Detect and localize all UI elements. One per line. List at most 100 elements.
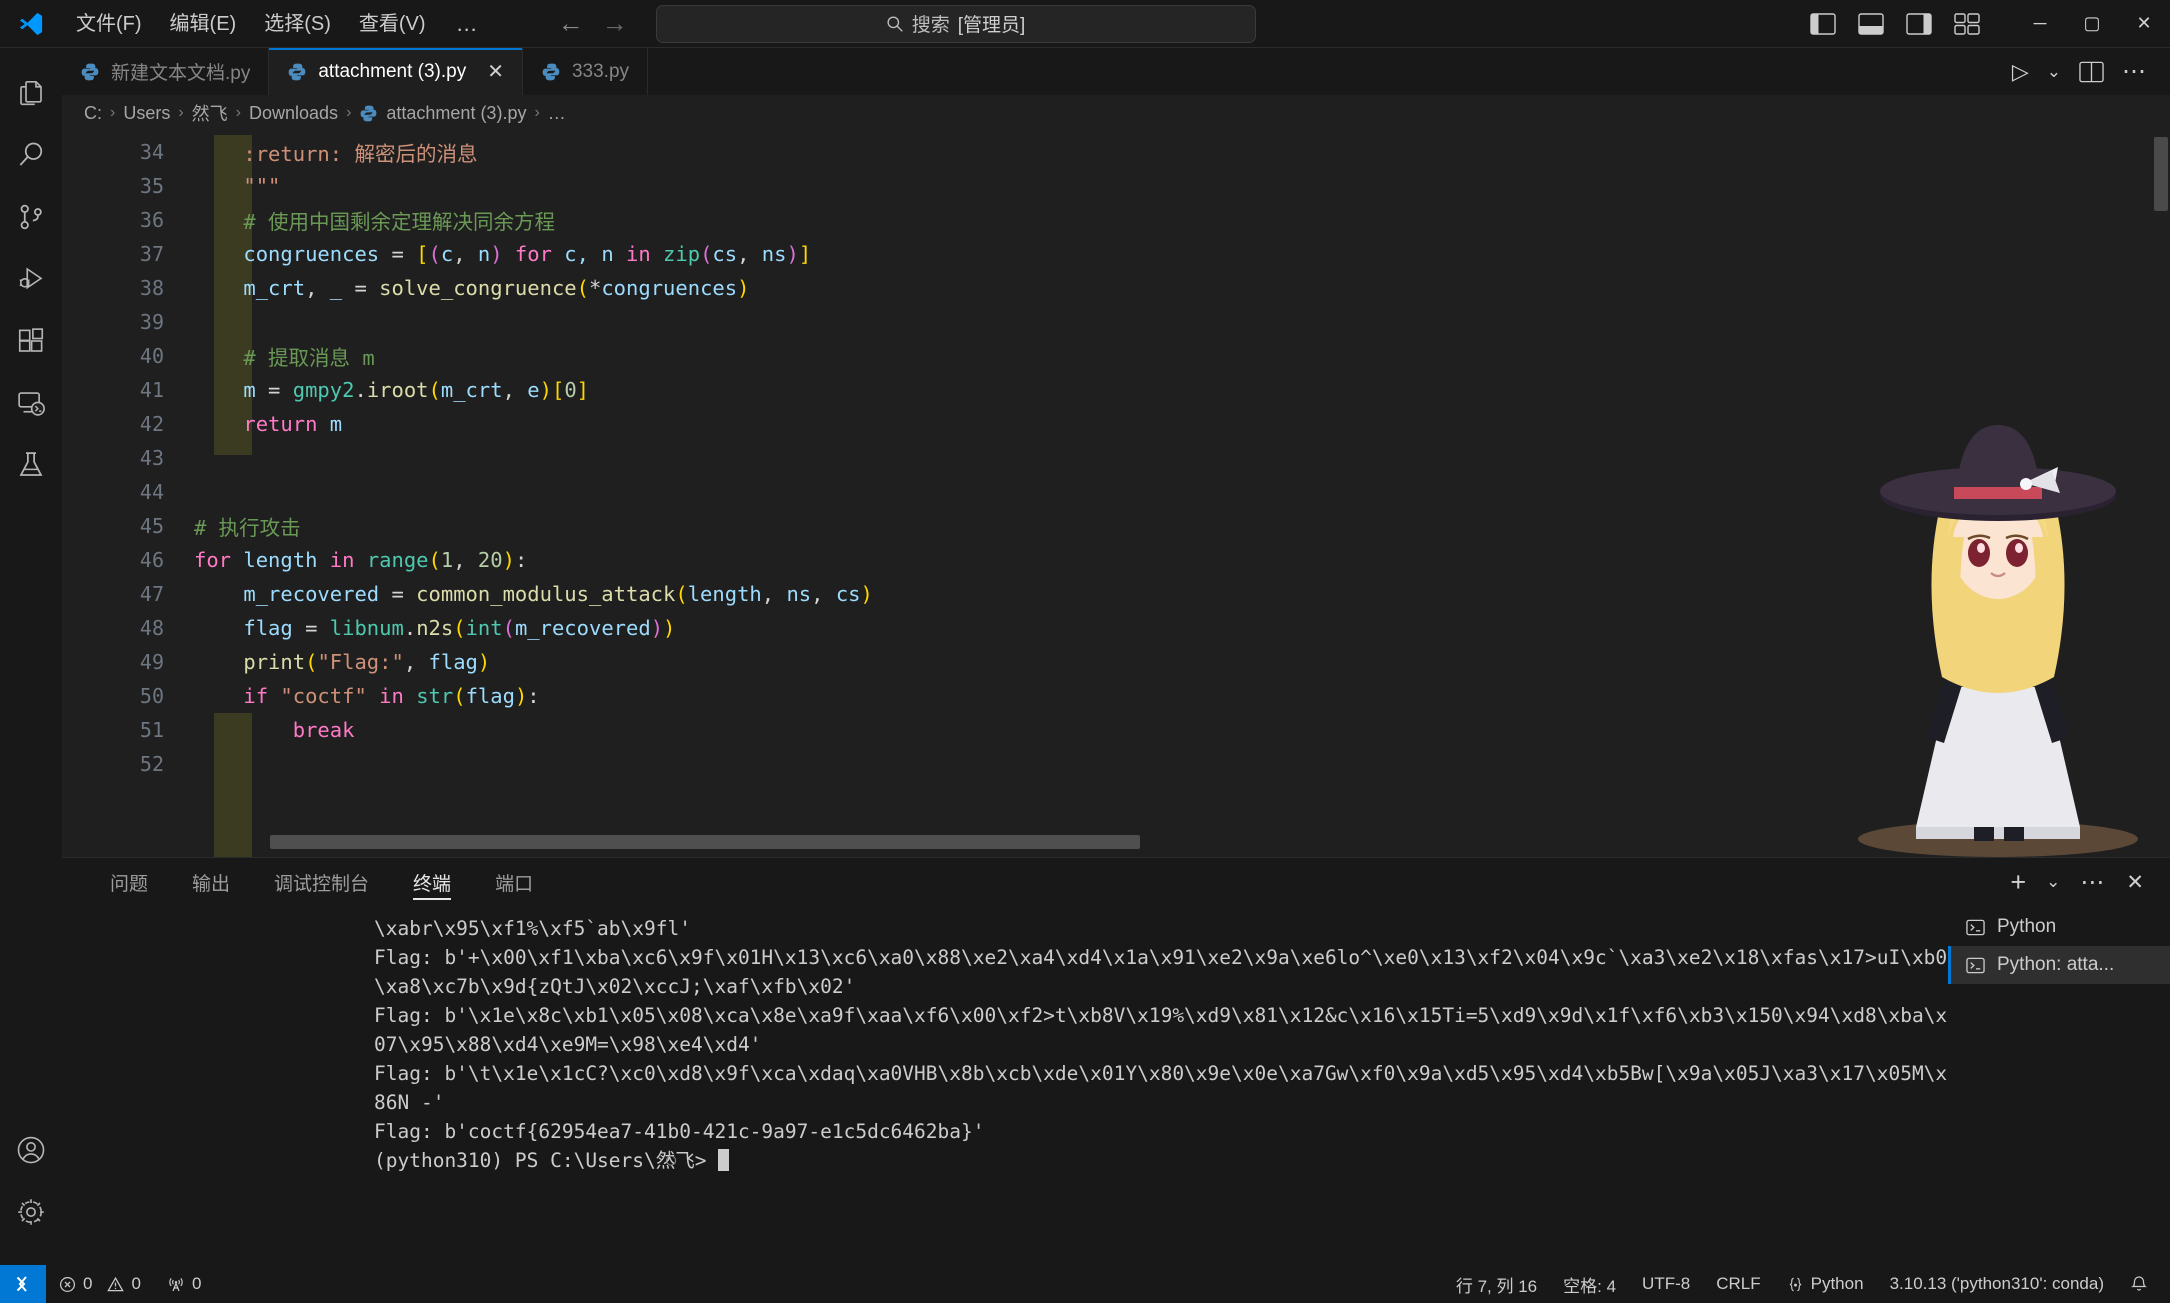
close-button[interactable]: ✕ [2118, 0, 2170, 48]
toggle-secondary-sidebar-icon[interactable] [1906, 12, 1932, 35]
status-ports[interactable]: 0 [154, 1265, 214, 1303]
code-line-content: m = gmpy2.iroot(m_crt, e)[0] [243, 378, 589, 402]
terminal-item-label: Python [1997, 916, 2057, 937]
run-python-file-button[interactable]: ▷ [2012, 59, 2029, 85]
panel-tabs: 问题 输出 调试控制台 终端 端口 + ⌄ ⋯ ✕ [62, 858, 2170, 906]
new-terminal-button[interactable]: + [2010, 867, 2026, 898]
status-eol[interactable]: CRLF [1703, 1265, 1773, 1303]
status-language-mode[interactable]: Python [1774, 1265, 1877, 1303]
line-number: 39 [139, 310, 164, 334]
toggle-primary-sidebar-icon[interactable] [1810, 12, 1836, 35]
terminal-line: \xa8\xc7b\x9d{zQtJ\x02\xccJ;\xaf\xfb\x02… [374, 975, 856, 998]
braces-icon [1787, 1276, 1804, 1293]
status-python-interpreter[interactable]: 3.10.13 ('python310': conda) [1877, 1265, 2117, 1303]
line-number: 37 [139, 242, 164, 266]
remote-indicator-icon[interactable] [0, 1265, 46, 1303]
tab-terminal[interactable]: 终端 [391, 858, 473, 906]
line-number: 35 [139, 174, 164, 198]
maximize-button[interactable]: ▢ [2066, 0, 2118, 48]
breadcrumb-file[interactable]: attachment (3).py [386, 103, 526, 124]
sidebar-item-search[interactable] [0, 124, 62, 186]
breadcrumb-drive[interactable]: C: [84, 103, 102, 124]
breadcrumb-user[interactable]: 然飞 [192, 100, 228, 126]
status-cursor-position[interactable]: 行 7, 列 16 [1443, 1265, 1550, 1303]
account-icon[interactable] [0, 1119, 62, 1181]
close-panel-button[interactable]: ✕ [2126, 870, 2144, 895]
menu-file[interactable]: 文件(F) [62, 9, 156, 39]
breadcrumb-separator: › [346, 104, 352, 121]
terminal-item-label: Python: atta... [1997, 954, 2115, 975]
panel-more-actions-button[interactable]: ⋯ [2080, 868, 2106, 897]
run-options-chevron-down-icon[interactable]: ⌄ [2047, 62, 2061, 82]
window-controls: ─ ▢ ✕ [2014, 0, 2170, 48]
menu-overflow[interactable]: … [440, 12, 496, 35]
code-line-content: m_recovered = common_modulus_attack(leng… [243, 582, 873, 606]
line-number: 48 [139, 616, 164, 640]
tab-debug-console[interactable]: 调试控制台 [252, 858, 391, 906]
vscode-window: 文件(F) 编辑(E) 选择(S) 查看(V) … ← → 搜索 [管理员] ─… [0, 0, 2170, 1303]
back-arrow-icon[interactable]: ← [556, 8, 586, 39]
breadcrumb-downloads[interactable]: Downloads [249, 103, 338, 124]
python-icon [359, 104, 378, 123]
breadcrumb-users[interactable]: Users [123, 103, 170, 124]
sidebar-item-remote-explorer[interactable] [0, 372, 62, 434]
forward-arrow-icon[interactable]: → [600, 8, 630, 39]
tab-close-icon[interactable]: ✕ [487, 59, 504, 84]
status-encoding[interactable]: UTF-8 [1629, 1265, 1703, 1303]
terminal-item-python-attachment[interactable]: Python: atta... [1948, 946, 2170, 984]
line-number: 38 [139, 276, 164, 300]
search-icon [886, 15, 904, 33]
menu-selection[interactable]: 选择(S) [250, 9, 345, 39]
toggle-panel-icon[interactable] [1858, 12, 1884, 35]
terminal-options-chevron-down-icon[interactable]: ⌄ [2046, 872, 2060, 892]
terminal-item-python[interactable]: Python [1948, 908, 2170, 946]
code-line-content: """ [243, 174, 281, 198]
terminal-view[interactable]: \xabr\x95\xf1%\xf5`ab\x9fl' Flag: b'+\x00… [62, 906, 1948, 1265]
sidebar-item-explorer[interactable] [0, 62, 62, 124]
error-icon [59, 1276, 76, 1293]
tab-problems[interactable]: 问题 [88, 858, 170, 906]
code-line-content: :return: 解密后的消息 [243, 142, 478, 166]
status-indentation[interactable]: 空格: 4 [1550, 1265, 1629, 1303]
editor-more-actions-button[interactable]: ⋯ [2122, 57, 2148, 86]
customize-layout-icon[interactable] [1954, 12, 1980, 35]
terminal-output: \xabr\x95\xf1%\xf5`ab\x9fl' Flag: b'+\x00… [62, 906, 1948, 1175]
code-editor[interactable]: 34 :return: 解密后的消息 35 """ 36 # 使用中国剩余定理解决同… [62, 131, 2170, 857]
code-line: 37 congruences = [(c, n) for c, n in zip… [62, 237, 2170, 271]
editor-vertical-scrollbar[interactable] [2154, 137, 2168, 211]
sidebar-item-source-control[interactable] [0, 186, 62, 248]
editor-actions: ▷ ⌄ ⋯ [2012, 48, 2170, 95]
title-bar: 文件(F) 编辑(E) 选择(S) 查看(V) … ← → 搜索 [管理员] ─… [0, 0, 2170, 48]
python-icon [80, 62, 100, 82]
tab-ports[interactable]: 端口 [473, 858, 555, 906]
command-center-search[interactable]: 搜索 [管理员] [655, 4, 1256, 43]
tab-output[interactable]: 输出 [170, 858, 252, 906]
bell-icon[interactable] [2117, 1265, 2170, 1303]
split-editor-icon[interactable] [2079, 61, 2104, 83]
gear-icon[interactable] [0, 1181, 62, 1243]
tab-new-text-doc[interactable]: 新建文本文档.py [62, 48, 270, 95]
navigation-arrows: ← → [556, 8, 630, 39]
tab-label: 333.py [571, 60, 630, 82]
line-number: 46 [139, 548, 164, 572]
code-line: 36 # 使用中国剩余定理解决同余方程 [62, 203, 2170, 237]
status-problems[interactable]: 0 0 [46, 1265, 154, 1303]
line-number: 49 [139, 650, 164, 674]
sidebar-item-run-debug[interactable] [0, 248, 62, 310]
editor-horizontal-scrollbar[interactable] [270, 835, 1140, 849]
radio-tower-icon [167, 1275, 185, 1293]
sidebar-item-extensions[interactable] [0, 310, 62, 372]
terminal-line: Flag: b'\x1e\x8c\xb1\x05\x08\xca\x8e\xa9… [374, 1004, 1948, 1027]
tab-333[interactable]: 333.py [522, 48, 649, 95]
warning-count: 0 [131, 1274, 141, 1293]
minimize-button[interactable]: ─ [2014, 0, 2066, 48]
code-line-content: print("Flag:", flag) [243, 650, 491, 674]
bottom-panel: 问题 输出 调试控制台 终端 端口 + ⌄ ⋯ ✕ \xabr\x95\xf1%… [62, 857, 2170, 1265]
sidebar-item-testing[interactable] [0, 434, 62, 496]
tab-attachment-3[interactable]: attachment (3).py ✕ [269, 48, 523, 95]
search-label: 搜索 [911, 15, 950, 36]
breadcrumb-symbol-overflow[interactable]: … [548, 103, 566, 124]
menu-edit[interactable]: 编辑(E) [156, 9, 251, 39]
code-line: 35 """ [62, 169, 2170, 203]
menu-view[interactable]: 查看(V) [345, 9, 440, 39]
